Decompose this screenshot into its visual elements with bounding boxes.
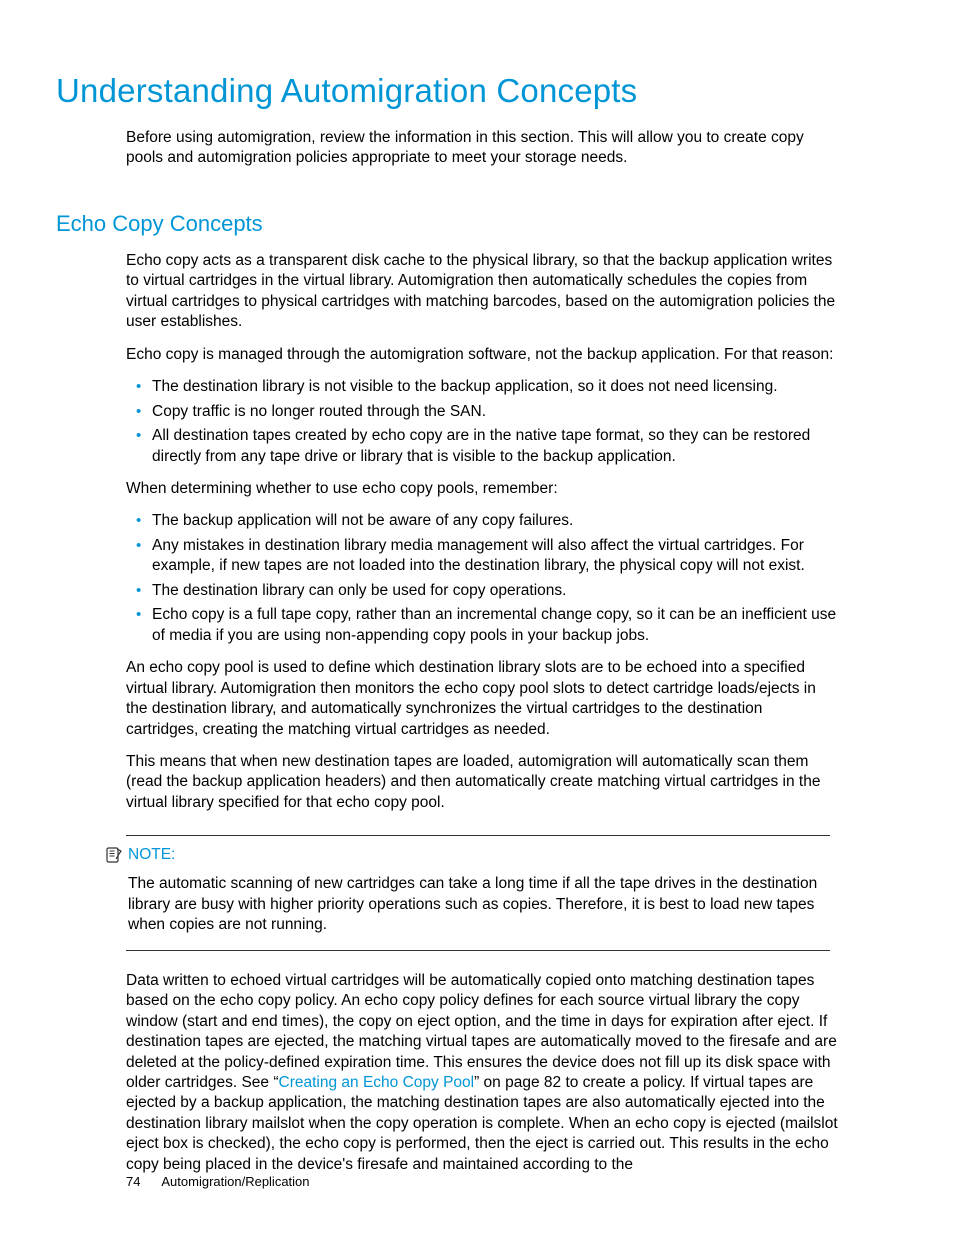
body-block: Echo copy acts as a transparent disk cac…: [126, 251, 838, 813]
cross-reference-link[interactable]: Creating an Echo Copy Pool: [279, 1074, 475, 1091]
paragraph: When determining whether to use echo cop…: [126, 479, 838, 499]
note-rule-top: [126, 835, 830, 836]
list-item: The destination library is not visible t…: [126, 377, 838, 397]
paragraph: This means that when new destination tap…: [126, 752, 838, 813]
list-item: The destination library can only be used…: [126, 581, 838, 601]
page-number: 74: [126, 1174, 140, 1189]
list-item: All destination tapes created by echo co…: [126, 426, 838, 467]
body-block: Data written to echoed virtual cartridge…: [126, 971, 838, 1176]
note-rule-bottom: [126, 950, 830, 951]
note-box: NOTE: The automatic scanning of new cart…: [106, 835, 830, 950]
list-item: Any mistakes in destination library medi…: [126, 536, 838, 577]
paragraph: Data written to echoed virtual cartridge…: [126, 971, 838, 1176]
intro-paragraph: Before using automigration, review the i…: [126, 128, 838, 169]
page-footer: 74 Automigration/Replication: [126, 1174, 310, 1189]
section-title-h2: Echo Copy Concepts: [56, 211, 898, 237]
paragraph: Echo copy acts as a transparent disk cac…: [126, 251, 838, 333]
note-label: NOTE:: [128, 846, 175, 864]
bullet-list: The destination library is not visible t…: [126, 377, 838, 467]
note-body: The automatic scanning of new cartridges…: [128, 874, 830, 935]
paragraph: An echo copy pool is used to define whic…: [126, 658, 838, 740]
footer-section-title: Automigration/Replication: [161, 1174, 309, 1189]
page-title-h1: Understanding Automigration Concepts: [56, 72, 898, 110]
note-header: NOTE:: [106, 846, 830, 868]
document-page: Understanding Automigration Concepts Bef…: [0, 0, 954, 1235]
paragraph: Echo copy is managed through the automig…: [126, 345, 838, 365]
list-item: Echo copy is a full tape copy, rather th…: [126, 605, 838, 646]
list-item: The backup application will not be aware…: [126, 511, 838, 531]
bullet-list: The backup application will not be aware…: [126, 511, 838, 646]
list-item: Copy traffic is no longer routed through…: [126, 402, 838, 422]
note-icon: [106, 847, 126, 868]
